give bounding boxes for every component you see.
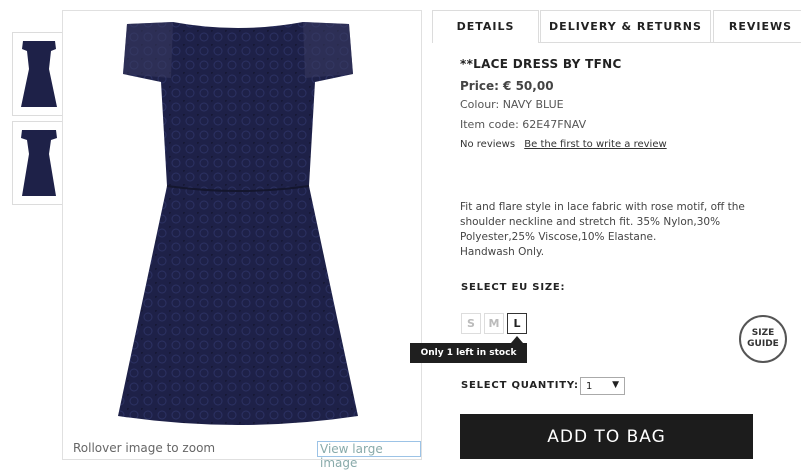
quantity-value: 1 [586, 380, 593, 392]
size-option-s[interactable]: S [461, 313, 481, 334]
quantity-select[interactable]: 1 ▼ [580, 377, 625, 395]
view-large-image-link[interactable]: View large image [317, 441, 421, 470]
size-label: SELECT EU SIZE: [461, 282, 566, 293]
reviews-summary: No reviews Be the first to write a revie… [460, 139, 667, 150]
thumbnail-front[interactable] [12, 32, 66, 116]
product-price: Price: € 50,00 [460, 79, 554, 93]
description-line: Fit and flare style in lace fabric with … [460, 201, 745, 213]
product-item-code: Item code: 62E47FNAV [460, 118, 587, 131]
dress-back-thumbnail-icon [21, 130, 57, 196]
navy-lace-dress-icon [118, 22, 358, 425]
tab-details[interactable]: DETAILS [432, 10, 539, 43]
quantity-label: SELECT QUANTITY: [461, 380, 579, 391]
chevron-down-icon: ▼ [612, 380, 619, 390]
dress-front-thumbnail-icon [21, 41, 57, 107]
description-line: shoulder neckline and stretch fit. 35% N… [460, 216, 721, 228]
product-title: **LACE DRESS BY TFNC [460, 57, 622, 71]
write-review-link[interactable]: Be the first to write a review [524, 139, 666, 150]
size-option-l[interactable]: L [507, 313, 527, 334]
size-guide-line2: GUIDE [747, 339, 779, 349]
description-line: Handwash Only. [460, 246, 545, 258]
size-guide-button[interactable]: SIZE GUIDE [739, 315, 787, 363]
main-product-image[interactable]: Rollover image to zoom View large image [62, 10, 422, 470]
add-to-bag-button[interactable]: ADD TO BAG [460, 414, 753, 459]
thumbnail-back[interactable] [12, 121, 66, 205]
tab-divider-gap [433, 42, 538, 43]
tab-reviews[interactable]: REVIEWS [713, 10, 801, 43]
size-option-m[interactable]: M [484, 313, 504, 334]
stock-tooltip: Only 1 left in stock [410, 343, 527, 363]
product-tabs: DETAILS DELIVERY & RETURNS REVIEWS [432, 10, 801, 43]
size-guide-line1: SIZE [751, 328, 775, 338]
reviews-count: No reviews [460, 139, 516, 150]
product-description: Fit and flare style in lace fabric with … [460, 200, 780, 260]
description-line: Polyester,25% Viscose,10% Elastane. [460, 231, 657, 243]
tooltip-arrow [511, 336, 523, 343]
product-colour: Colour: NAVY BLUE [460, 98, 564, 111]
tab-delivery-returns[interactable]: DELIVERY & RETURNS [540, 10, 711, 43]
